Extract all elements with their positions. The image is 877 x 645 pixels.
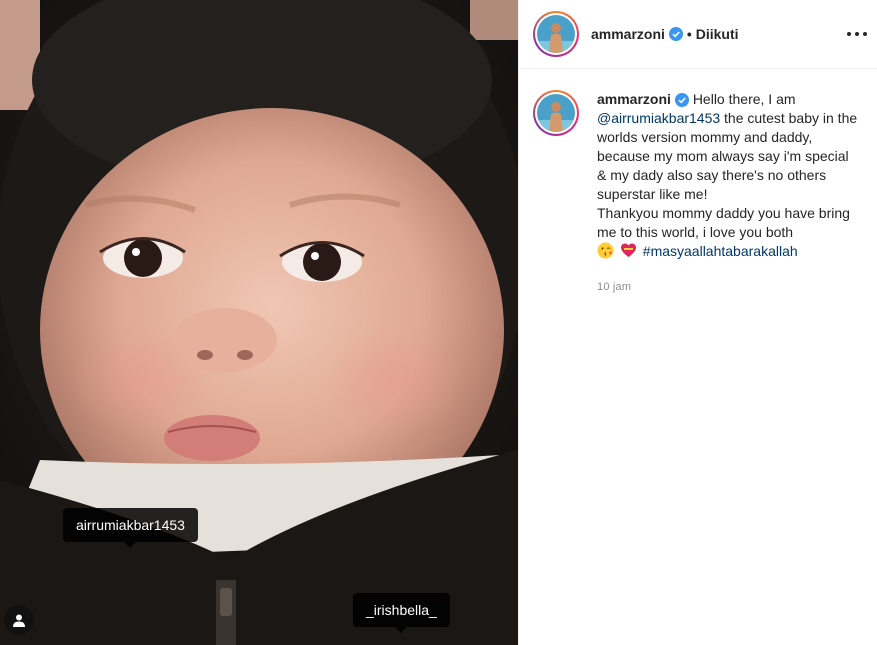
caption-intro: Hello there, I am (692, 91, 796, 107)
profile-picture-image (537, 15, 575, 53)
post-sidebar: ammarzoni • Diikuti ammarzoni Hello ther… (518, 0, 877, 645)
caption-author-username[interactable]: ammarzoni (597, 91, 671, 107)
post-author-username[interactable]: ammarzoni (591, 26, 665, 42)
post-photo[interactable]: airrumiakbar1453 _irishbella_ (0, 0, 518, 645)
verified-badge-icon (668, 27, 683, 41)
photo-user-tag[interactable]: airrumiakbar1453 (63, 508, 198, 548)
mention-link[interactable]: @airrumiakbar1453 (597, 110, 720, 126)
photo-user-tag-label: _irishbella_ (366, 602, 437, 618)
kissing-face-icon (597, 242, 614, 259)
more-options-icon[interactable] (847, 24, 867, 44)
heart-with-ribbon-icon (620, 243, 636, 257)
avatar[interactable] (533, 11, 579, 57)
baby-photo-image (0, 0, 518, 645)
post-header: ammarzoni • Diikuti (519, 0, 877, 69)
photo-user-tag-label: airrumiakbar1453 (76, 517, 185, 533)
follow-status-button[interactable]: • Diikuti (687, 26, 739, 42)
post-timestamp[interactable]: 10 jam (597, 278, 861, 297)
post-dialog: airrumiakbar1453 _irishbella_ ammarzoni … (0, 0, 877, 645)
hashtag-link[interactable]: #masyaallahtabarakallah (643, 243, 798, 259)
profile-picture-image (537, 94, 575, 132)
caption-text: ammarzoni Hello there, I am @airrumiakba… (597, 90, 861, 297)
avatar[interactable] (533, 90, 579, 136)
person-icon (13, 614, 25, 627)
photo-user-tag[interactable]: _irishbella_ (353, 593, 450, 633)
user-tags-button[interactable] (4, 605, 34, 635)
verified-badge-icon (674, 93, 689, 108)
caption-body: Thankyou mommy daddy you have bring me t… (597, 205, 850, 240)
caption-comment: ammarzoni Hello there, I am @airrumiakba… (519, 69, 877, 297)
